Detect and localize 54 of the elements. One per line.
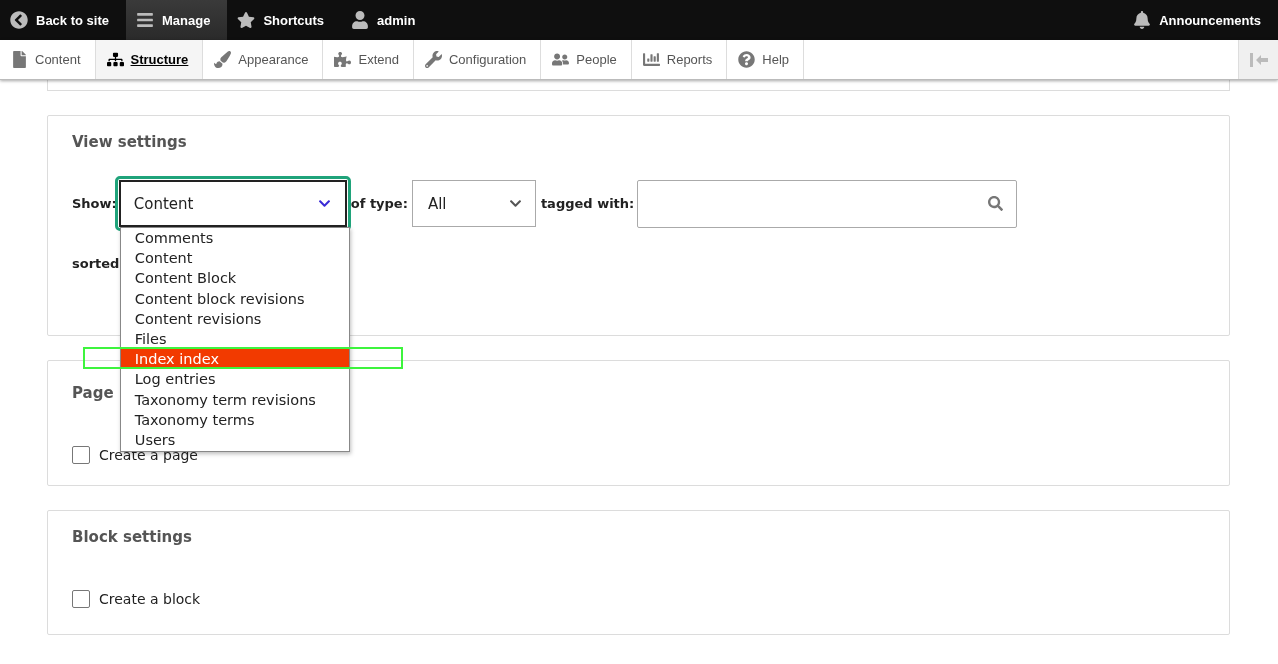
menu-tab[interactable]: Content — [0, 40, 96, 79]
dropdown-option[interactable]: Taxonomy term revisions — [120, 389, 349, 410]
dropdown-option[interactable]: Content — [120, 248, 349, 269]
dropdown-option[interactable]: Content block revisions — [120, 288, 349, 309]
collapse-icon — [1249, 51, 1268, 68]
bar-chart-icon — [642, 51, 660, 68]
checkbox[interactable] — [72, 590, 90, 608]
show-select[interactable]: Content — [118, 180, 347, 227]
brush-icon — [214, 51, 232, 68]
dropdown-option[interactable]: Comments — [120, 228, 349, 249]
dropdown-option[interactable]: Files — [120, 329, 349, 350]
field-label: sorted — [72, 256, 120, 271]
chevron-down-icon — [508, 197, 522, 210]
dropdown-option[interactable]: Log entries — [120, 369, 349, 390]
announcements-link[interactable]: Announcements — [1123, 0, 1278, 40]
menu-tab[interactable]: Structure — [95, 40, 204, 79]
dropdown-option[interactable]: Taxonomy terms — [120, 409, 349, 431]
chevron-left-icon — [10, 11, 28, 29]
dropdown-option[interactable]: Content Block — [120, 268, 349, 289]
menu-tab[interactable]: Extend — [323, 40, 414, 79]
checkbox-label: Create a block — [99, 591, 201, 607]
dropdown-option[interactable]: Content revisions — [120, 308, 349, 329]
people-icon — [552, 51, 570, 68]
menu-tab[interactable]: Help — [727, 40, 805, 79]
user-icon — [351, 11, 370, 29]
menu-tab[interactable]: Configuration — [413, 40, 542, 79]
sitemap-icon — [106, 51, 124, 68]
menu-tab[interactable]: Appearance — [203, 40, 324, 79]
help-icon — [738, 51, 756, 68]
bell-icon — [1133, 11, 1152, 29]
dropdown-option[interactable]: Users — [120, 430, 349, 451]
field-label: tagged with: — [540, 196, 635, 211]
file-icon — [11, 51, 28, 68]
search-icon — [988, 196, 1004, 211]
toolbar-item[interactable]: Manage — [126, 0, 228, 40]
chevron-down-icon — [317, 197, 331, 210]
dropdown-option[interactable]: Index index — [120, 349, 349, 370]
tag-search-field[interactable] — [637, 179, 1018, 228]
field-label: of type: — [350, 196, 408, 211]
toolbar-item[interactable]: Shortcuts — [227, 0, 342, 40]
menu-tab[interactable]: Reports — [631, 40, 728, 79]
field-label: Show: — [72, 196, 117, 211]
toolbar-item[interactable]: admin — [341, 0, 433, 40]
type-select[interactable]: All — [411, 180, 536, 227]
section-title: Page — [72, 384, 114, 402]
toolbar-item[interactable]: Back to site — [0, 0, 126, 40]
section-title: View settings — [72, 133, 187, 151]
menu-icon — [136, 11, 154, 29]
star-icon — [237, 11, 256, 29]
checkbox[interactable] — [72, 446, 90, 464]
puzzle-icon — [334, 51, 352, 68]
wrench-icon — [424, 51, 442, 68]
section-title: Block settings — [72, 528, 192, 546]
menu-tab[interactable]: People — [541, 40, 632, 79]
